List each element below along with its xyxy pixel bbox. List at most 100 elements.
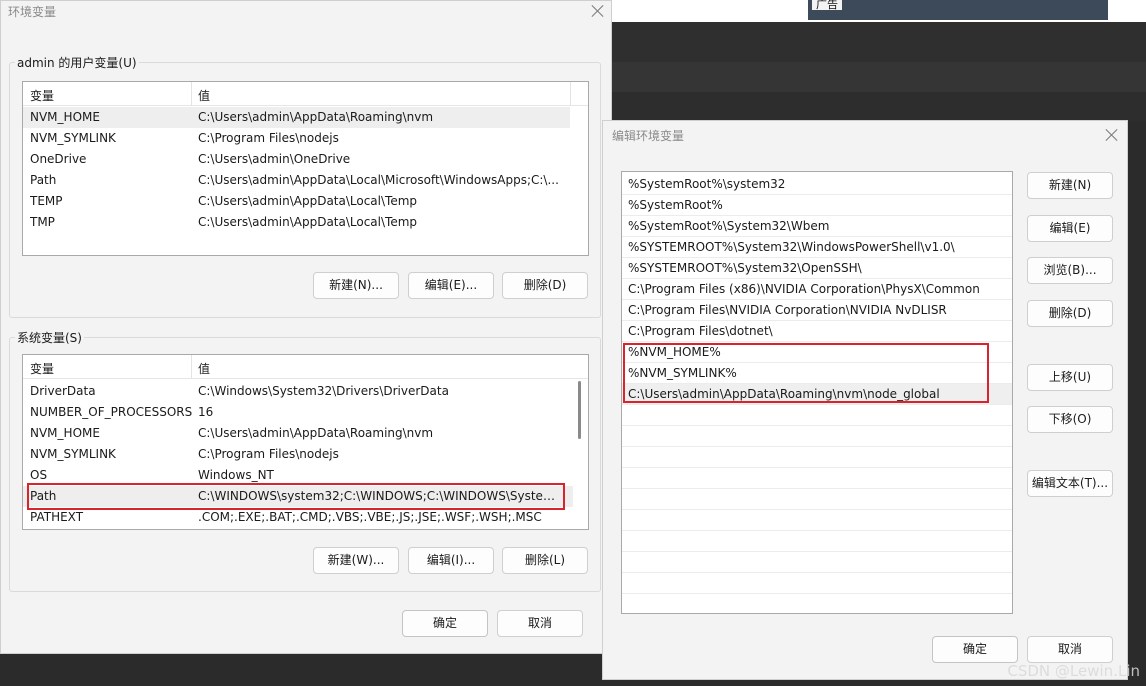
variable-name: Path — [30, 489, 57, 503]
variable-name: OneDrive — [30, 152, 87, 166]
user-variables-list[interactable]: 变量 值 NVM_HOME C:\Users\admin\AppData\Roa… — [22, 81, 589, 256]
table-row[interactable]: NVM_HOME C:\Users\admin\AppData\Roaming\… — [23, 423, 573, 444]
variable-value: C:\Users\admin\AppData\Local\Temp — [198, 215, 418, 229]
list-item[interactable]: %SystemRoot% — [622, 195, 1012, 216]
list-item[interactable] — [622, 510, 1012, 531]
dialog-title: 环境变量 — [8, 5, 57, 19]
path-entry: %SystemRoot% — [628, 198, 723, 212]
list-header: 变量 值 — [23, 355, 588, 379]
env-variables-dialog: 环境变量 admin 的用户变量(U) 变量 值 NVM_HOME C:\Use… — [0, 0, 612, 654]
variable-value: C:\Users\admin\OneDrive — [198, 152, 351, 166]
list-item[interactable] — [622, 489, 1012, 510]
path-entry: %SYSTEMROOT%\System32\OpenSSH\ — [628, 261, 862, 275]
delete-button[interactable]: 删除(D) — [1027, 300, 1113, 327]
list-item[interactable]: %SYSTEMROOT%\System32\OpenSSH\ — [622, 258, 1012, 279]
variable-name: NUMBER_OF_PROCESSORS — [30, 405, 193, 419]
dialog-title: 编辑环境变量 — [612, 129, 685, 143]
ok-button[interactable]: 确定 — [402, 610, 488, 637]
path-entry: %NVM_HOME% — [628, 345, 721, 359]
move-down-button[interactable]: 下移(O) — [1027, 406, 1113, 433]
path-entry: %SystemRoot%\System32\Wbem — [628, 219, 830, 233]
close-icon[interactable] — [1105, 128, 1119, 142]
table-row[interactable]: PATHEXT .COM;.EXE;.BAT;.CMD;.VBS;.VBE;.J… — [23, 507, 573, 528]
path-entry: %SYSTEMROOT%\System32\WindowsPowerShell\… — [628, 240, 955, 254]
table-row[interactable]: NVM_HOME C:\Users\admin\AppData\Roaming\… — [23, 107, 570, 128]
variable-value: C:\Program Files\nodejs — [198, 131, 339, 145]
table-row[interactable]: TMP C:\Users\admin\AppData\Local\Temp — [23, 212, 570, 233]
column-header-variable[interactable]: 变量 — [30, 87, 54, 104]
variable-name: TEMP — [30, 194, 63, 208]
list-item[interactable]: %NVM_HOME% — [622, 342, 1012, 363]
thumbnail-label: 广告 — [812, 0, 842, 10]
list-item[interactable]: C:\Program Files (x86)\NVIDIA Corporatio… — [622, 279, 1012, 300]
variable-value: C:\Users\admin\AppData\Roaming\nvm — [198, 110, 434, 124]
column-header-variable[interactable]: 变量 — [30, 360, 54, 377]
list-item[interactable]: %NVM_SYMLINK% — [622, 363, 1012, 384]
column-header-value[interactable]: 值 — [198, 360, 210, 377]
list-item[interactable] — [622, 447, 1012, 468]
background-thumbnail: 广告 — [808, 0, 1108, 20]
variable-name: NVM_SYMLINK — [30, 447, 116, 461]
system-variables-list[interactable]: 变量 值 DriverData C:\Windows\System32\Driv… — [22, 354, 589, 530]
variable-value: 16 — [198, 405, 214, 419]
table-row[interactable]: Path C:\Users\admin\AppData\Local\Micros… — [23, 170, 570, 191]
system-edit-button[interactable]: 编辑(I)... — [408, 547, 494, 574]
list-item[interactable] — [622, 573, 1012, 594]
list-item[interactable]: C:\Program Files\NVIDIA Corporation\NVID… — [622, 300, 1012, 321]
close-icon[interactable] — [591, 4, 605, 18]
move-up-button[interactable]: 上移(U) — [1027, 364, 1113, 391]
variable-name: NVM_SYMLINK — [30, 131, 116, 145]
background-area — [612, 92, 1146, 122]
table-row[interactable]: OneDrive C:\Users\admin\OneDrive — [23, 149, 570, 170]
user-edit-button[interactable]: 编辑(E)... — [408, 272, 494, 299]
user-new-button[interactable]: 新建(N)... — [313, 272, 399, 299]
table-row[interactable]: TEMP C:\Users\admin\AppData\Local\Temp — [23, 191, 570, 212]
variable-name: NVM_HOME — [30, 110, 100, 124]
list-item[interactable]: %SystemRoot%\System32\Wbem — [622, 216, 1012, 237]
variable-name: TMP — [30, 215, 55, 229]
path-entry: C:\Program Files (x86)\NVIDIA Corporatio… — [628, 282, 980, 296]
variable-value: C:\Windows\System32\Drivers\DriverData — [198, 384, 449, 398]
list-header: 变量 值 — [23, 82, 588, 106]
variable-name: OS — [30, 468, 48, 482]
list-item[interactable]: %SystemRoot%\system32 — [622, 174, 1012, 195]
table-row[interactable]: NVM_SYMLINK C:\Program Files\nodejs — [23, 444, 573, 465]
system-delete-button[interactable]: 删除(L) — [502, 547, 588, 574]
user-variables-label: admin 的用户变量(U) — [15, 54, 139, 71]
column-header-value[interactable]: 值 — [198, 87, 210, 104]
variable-value: C:\WINDOWS\system32;C:\WINDOWS;C:\WINDOW… — [198, 489, 563, 503]
list-item[interactable] — [622, 405, 1012, 426]
table-row[interactable]: Path C:\WINDOWS\system32;C:\WINDOWS;C:\W… — [23, 486, 573, 507]
edit-button[interactable]: 编辑(E) — [1027, 215, 1113, 242]
table-row[interactable]: DriverData C:\Windows\System32\Drivers\D… — [23, 381, 573, 402]
table-row[interactable]: OS Windows_NT — [23, 465, 573, 486]
variable-name: NVM_HOME — [30, 426, 100, 440]
variable-value: C:\Program Files\nodejs — [198, 447, 339, 461]
table-row[interactable]: NUMBER_OF_PROCESSORS 16 — [23, 402, 573, 423]
list-item[interactable] — [622, 426, 1012, 447]
path-entries-list[interactable]: %SystemRoot%\system32 %SystemRoot% %Syst… — [621, 171, 1013, 614]
list-item[interactable]: C:\Users\admin\AppData\Roaming\nvm\node_… — [622, 384, 1012, 405]
ok-button[interactable]: 确定 — [932, 636, 1018, 663]
cancel-button[interactable]: 取消 — [1027, 636, 1113, 663]
new-button[interactable]: 新建(N) — [1027, 172, 1113, 199]
list-item[interactable]: %SYSTEMROOT%\System32\WindowsPowerShell\… — [622, 237, 1012, 258]
table-row[interactable]: NVM_SYMLINK C:\Program Files\nodejs — [23, 128, 570, 149]
variable-value: Windows_NT — [198, 468, 274, 482]
watermark: CSDN @Lewin.Lin — [1007, 662, 1140, 680]
list-item[interactable] — [622, 552, 1012, 573]
system-new-button[interactable]: 新建(W)... — [313, 547, 399, 574]
title-bar: 环境变量 — [1, 1, 611, 25]
path-entry: %NVM_SYMLINK% — [628, 366, 737, 380]
path-entry: C:\Program Files\dotnet\ — [628, 324, 773, 338]
variable-value: C:\Users\admin\AppData\Roaming\nvm — [198, 426, 434, 440]
list-item[interactable]: C:\Program Files\dotnet\ — [622, 321, 1012, 342]
variable-value: C:\Users\admin\AppData\Local\Microsoft\W… — [198, 173, 559, 187]
cancel-button[interactable]: 取消 — [497, 610, 583, 637]
list-item[interactable] — [622, 531, 1012, 552]
list-item[interactable] — [622, 468, 1012, 489]
browse-button[interactable]: 浏览(B)... — [1027, 257, 1113, 284]
user-delete-button[interactable]: 删除(D) — [502, 272, 588, 299]
edit-text-button[interactable]: 编辑文本(T)... — [1027, 470, 1113, 497]
scrollbar-thumb[interactable] — [578, 381, 581, 439]
